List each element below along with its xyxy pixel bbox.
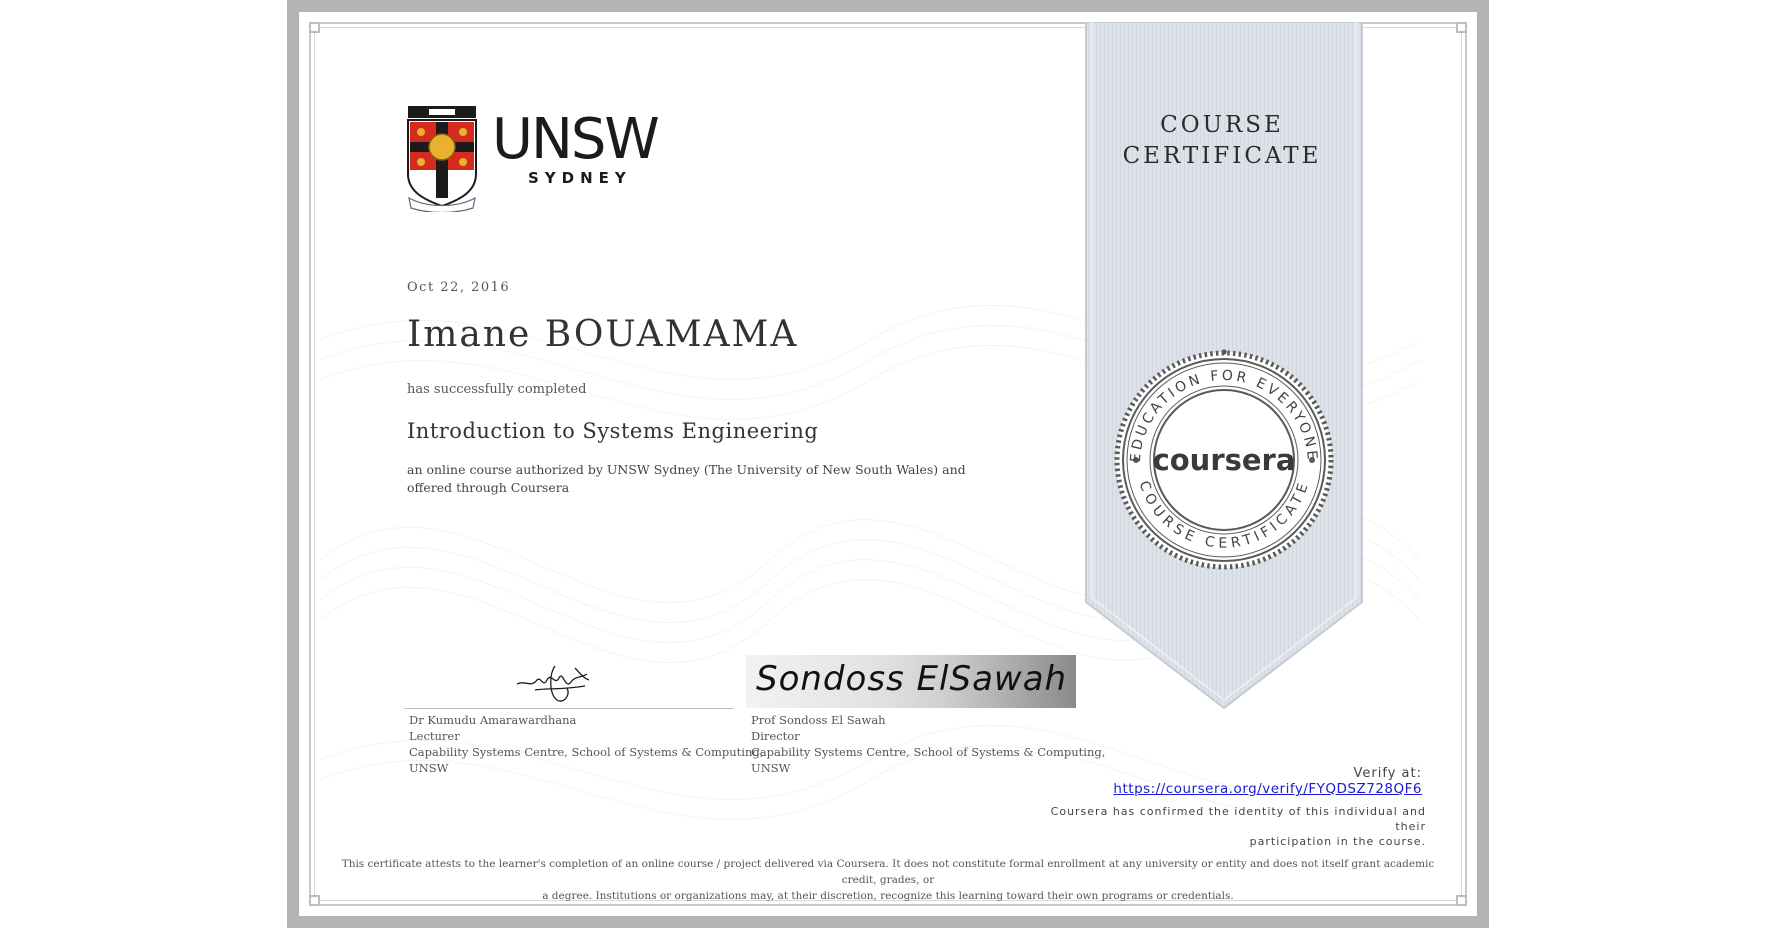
signature-line [404,708,734,709]
recipient-name: Imane BOUAMAMA [407,314,799,355]
signer-lecturer: Dr Kumudu Amarawardhana Lecturer Capabil… [409,712,763,776]
completed-text: has successfully completed [407,382,587,397]
signer-org: Capability Systems Centre, School of Sys… [409,745,764,759]
unsw-crest-logo [407,106,477,212]
frame-corner-bottom-left [309,895,320,906]
signer-org-line2: UNSW [751,761,791,775]
ribbon-title-line1: COURSE [1160,112,1284,138]
confirm-line2: participation in the course. [1249,835,1426,848]
signer-org-line2: UNSW [409,761,449,775]
confirm-line1: Coursera has confirmed the identity of t… [1050,805,1426,833]
seal-coursera-wordmark: coursera [1153,443,1296,477]
unsw-wordmark: UNSW [492,107,660,172]
certificate-date: Oct 22, 2016 [407,280,511,295]
signature-director-script: Sondoss ElSawah [756,659,1068,699]
signer-role: Lecturer [409,729,460,743]
signer-name: Prof Sondoss El Sawah [751,713,886,727]
unsw-subtitle: SYDNEY [528,169,632,187]
disclaimer-line2: a degree. Institutions or organizations … [542,890,1234,902]
signer-role: Director [751,729,800,743]
course-description: an online course authorized by UNSW Sydn… [407,462,966,495]
signer-director: Prof Sondoss El Sawah Director Capabilit… [751,712,1105,776]
signer-org: Capability Systems Centre, School of Sys… [751,745,1106,759]
verify-link[interactable]: https://coursera.org/verify/FYQDSZ728QF6 [1060,781,1422,797]
identity-confirmation: Coursera has confirmed the identity of t… [1030,804,1426,849]
disclaimer-line1: This certificate attests to the learner'… [341,858,1435,886]
ribbon-title: COURSE CERTIFICATE [1084,110,1360,172]
signature-director: Sondoss ElSawah [746,655,1076,708]
coursera-seal: EDUCATION FOR EVERYONE COURSE CERTIFICAT… [1114,349,1334,570]
course-title: Introduction to Systems Engineering [407,419,819,443]
frame-corner-top-right [1456,22,1467,33]
certificate-disclaimer: This certificate attests to the learner'… [330,856,1446,904]
signer-name: Dr Kumudu Amarawardhana [409,713,577,727]
frame-corner-top-left [309,22,320,33]
frame-corner-bottom-right [1456,895,1467,906]
signature-lecturer [516,665,590,702]
verify-label: Verify at: [1353,766,1422,781]
ribbon-title-line2: CERTIFICATE [1122,143,1322,169]
